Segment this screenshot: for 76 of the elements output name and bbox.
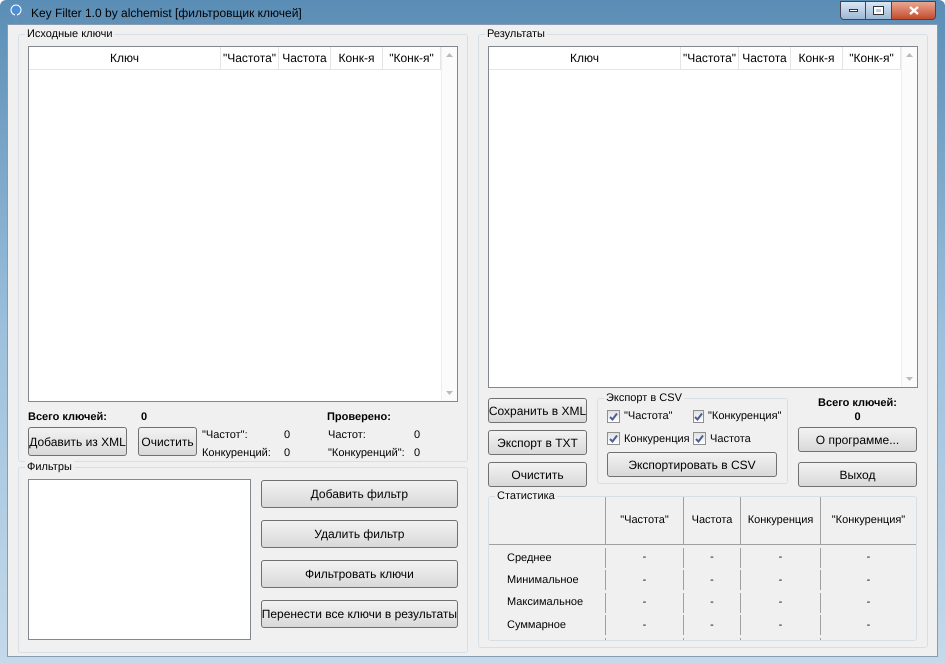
add-from-xml-button[interactable]: Добавить из XML <box>28 427 127 456</box>
minimize-button[interactable] <box>840 1 866 20</box>
stat-value: - <box>778 618 782 633</box>
results-button[interactable]: Экспорт в TXT <box>488 430 587 455</box>
results-button[interactable]: Очистить <box>488 462 587 487</box>
maximize-button[interactable] <box>866 1 892 20</box>
group-title: Фильтры <box>25 460 74 474</box>
close-icon <box>908 6 918 15</box>
checkbox-label: "Частота" <box>624 409 673 424</box>
stat-value: 0 <box>414 428 420 442</box>
checkbox[interactable] <box>607 432 620 446</box>
stat-value: - <box>710 618 714 633</box>
stat-value: - <box>710 572 714 588</box>
stat-row-label: Максимальное <box>507 595 584 610</box>
column-header[interactable]: Конк-я <box>791 47 843 69</box>
column-header[interactable]: Частота <box>279 47 331 69</box>
filter-button[interactable]: Удалить фильтр <box>260 520 458 548</box>
stat-label: "Частот": <box>202 428 249 442</box>
total-value: 0 <box>854 410 861 424</box>
close-button[interactable] <box>892 1 936 20</box>
stat-value: - <box>710 595 714 610</box>
total-label: Всего ключей: <box>28 410 107 424</box>
checkbox[interactable] <box>607 410 620 423</box>
stat-value: - <box>642 595 646 610</box>
filter-button[interactable]: Перенести все ключи в результаты <box>260 600 458 628</box>
stat-column-header: Частота <box>692 513 732 528</box>
group-title: Экспорт в CSV <box>604 391 684 405</box>
total-value: 0 <box>140 410 148 424</box>
checkbox-label: Частота <box>710 432 751 446</box>
stat-value: - <box>778 550 782 566</box>
column-header[interactable]: Конк-я <box>331 47 383 69</box>
group-title: Исходные ключи <box>25 27 114 41</box>
stat-value: 0 <box>414 446 420 460</box>
stat-value: - <box>642 618 646 633</box>
column-header[interactable]: Ключ <box>29 47 221 69</box>
stat-column-header: Конкуренция <box>748 513 814 528</box>
stat-value: - <box>710 550 714 566</box>
checked-title: Проверено: <box>327 410 392 424</box>
stat-row-label: Среднее <box>507 551 552 566</box>
export-csv-button[interactable]: Экспортировать в CSV <box>607 452 777 477</box>
stat-column-header: "Конкуренция" <box>832 513 906 528</box>
window-title: Key Filter 1.0 by alchemist [фильтровщик ключей] <box>31 4 303 22</box>
stat-column-header: "Частота" <box>620 513 669 528</box>
filter-button[interactable]: Добавить фильтр <box>260 480 458 508</box>
checkbox[interactable] <box>693 410 704 423</box>
stat-value: - <box>866 550 870 566</box>
total-label: Всего ключей: <box>818 396 897 410</box>
checkbox-label: "Конкуренция" <box>708 409 782 424</box>
column-header[interactable]: "Частота" <box>221 47 279 69</box>
side-button[interactable]: О программе... <box>798 427 917 452</box>
column-header[interactable]: Ключ <box>489 47 681 69</box>
results-button[interactable]: Сохранить в XML <box>488 398 587 423</box>
stat-row-label: Суммарное <box>507 618 566 633</box>
filter-list[interactable] <box>28 479 251 640</box>
stat-label: "Конкуренций": <box>328 446 406 460</box>
column-header[interactable]: "Частота" <box>681 47 739 69</box>
column-header[interactable]: Частота <box>739 47 791 69</box>
stat-value: - <box>866 595 870 610</box>
stat-value: - <box>642 572 646 588</box>
stat-value: - <box>866 572 870 588</box>
stat-label: Частот: <box>328 428 367 442</box>
checkbox[interactable] <box>693 432 706 446</box>
stat-value: - <box>778 595 782 610</box>
stat-value: 0 <box>284 446 290 460</box>
stat-value: - <box>642 550 646 566</box>
filter-button[interactable]: Фильтровать ключи <box>260 560 458 588</box>
stat-value: - <box>778 572 782 588</box>
stat-label: Конкуренций: <box>202 446 272 460</box>
stat-row-label: Минимальное <box>507 572 579 588</box>
stat-value: - <box>866 618 870 633</box>
checkbox-label: Конкуренция <box>624 432 690 446</box>
app-icon <box>9 4 23 22</box>
clear-button[interactable]: Очистить <box>138 427 197 456</box>
stat-value: 0 <box>284 428 290 442</box>
group-title: Результаты <box>485 27 547 41</box>
side-button[interactable]: Выход <box>798 462 917 487</box>
